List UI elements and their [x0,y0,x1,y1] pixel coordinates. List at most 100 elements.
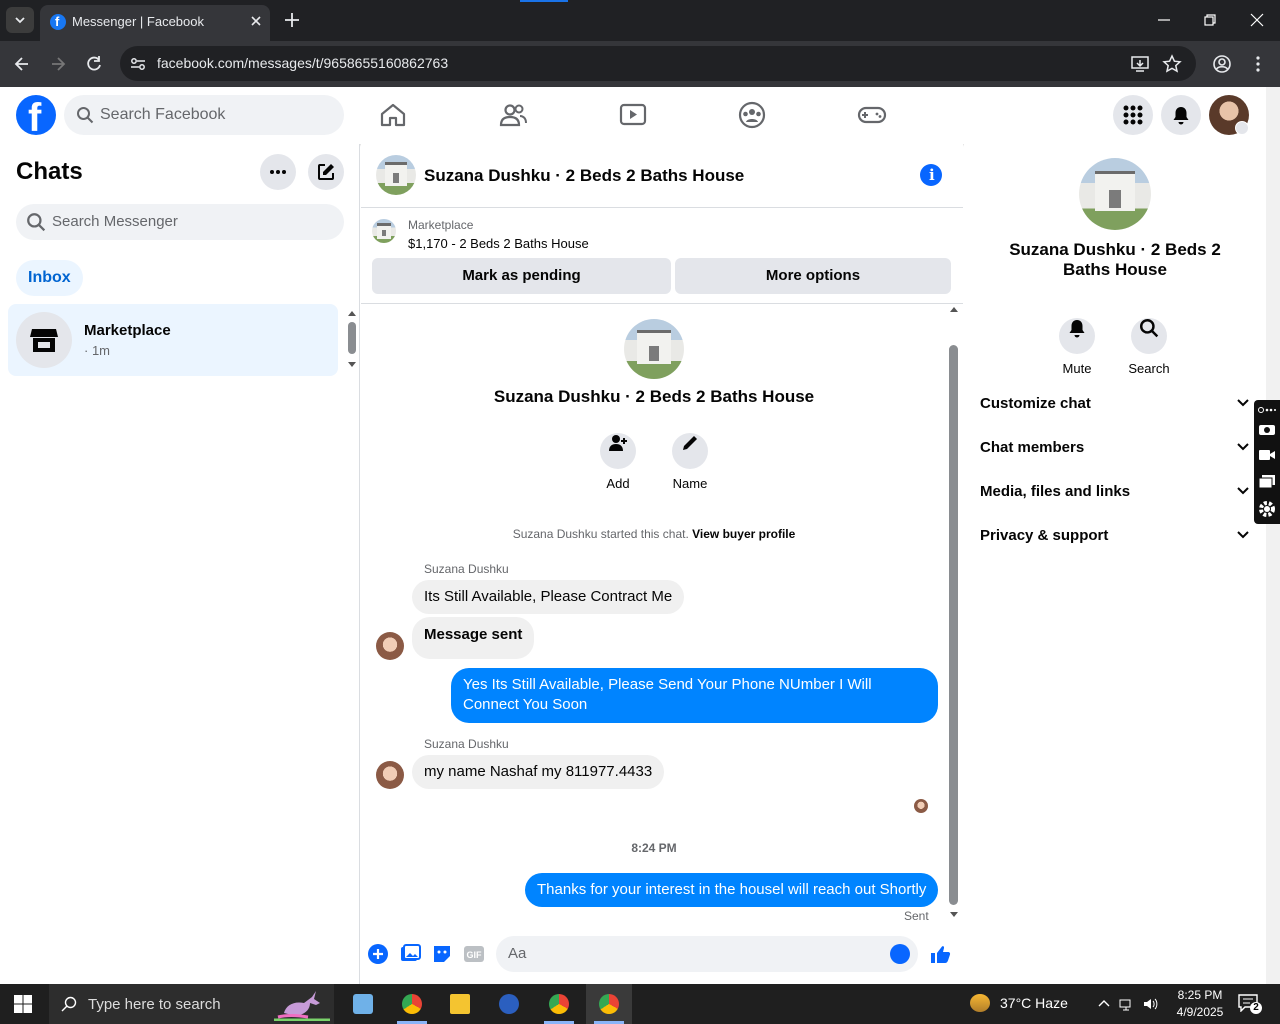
browser-tab[interactable]: f Messenger | Facebook [40,5,270,41]
site-settings-icon[interactable] [128,54,148,74]
scrollbar-thumb[interactable] [348,322,356,354]
tab-search-button[interactable] [6,7,34,33]
conversation-avatar[interactable] [376,155,416,195]
listing-title[interactable]: $1,170 - 2 Beds 2 Baths House [408,236,589,251]
video-camera-icon[interactable] [1258,448,1276,462]
profile-icon[interactable] [1212,54,1232,74]
menu-grid-button[interactable] [1113,95,1153,135]
tab-title: Messenger | Facebook [72,14,204,29]
browser-toolbar: facebook.com/messages/t/9658655160862763 [0,41,1280,87]
conversation-title[interactable]: Suzana Dushku · 2 Beds 2 Baths House [424,166,744,186]
settings-gear-icon[interactable] [1258,500,1276,517]
reload-icon[interactable] [84,54,104,74]
info-icon[interactable]: i [920,164,942,186]
install-app-icon[interactable] [1130,54,1150,74]
back-arrow-icon[interactable] [12,54,32,74]
groups-icon[interactable] [737,100,767,130]
customize-chat-section[interactable]: Customize chat [980,390,1250,418]
scroll-up-arrow-icon[interactable] [346,309,358,317]
media-files-links-section[interactable]: Media, files and links [980,478,1250,506]
marketplace-listing-bar: Marketplace $1,170 - 2 Beds 2 Baths Hous… [361,208,963,304]
thumbs-up-icon[interactable] [929,943,951,965]
taskbar-app-notepad[interactable] [340,984,386,1024]
account-avatar[interactable] [1209,95,1249,135]
taskbar-search-box[interactable]: Type here to search [49,984,334,1024]
gif-icon[interactable]: GIF [463,943,485,965]
taskbar-app-chrome-active[interactable] [586,984,632,1024]
kebab-menu-icon[interactable] [1248,54,1268,74]
notification-center-button[interactable]: 2 [1238,994,1262,1014]
mute-button[interactable]: Mute [1047,310,1107,376]
mute-label: Mute [1062,361,1092,376]
photo-icon[interactable] [399,943,421,965]
emoji-icon[interactable] [890,944,910,964]
windows-start-icon[interactable] [14,995,32,1013]
chat-options-button[interactable] [260,154,296,190]
sender-avatar[interactable] [376,761,404,789]
sender-avatar[interactable] [376,632,404,660]
window-capture-icon[interactable] [1258,474,1276,488]
windows-taskbar: Type here to search 37°C Haze 8:25 PM 4/… [0,984,1280,1024]
incoming-message[interactable]: Its Still Available, Please Contract Me [412,580,685,614]
close-window-icon[interactable] [1249,12,1265,28]
chat-list-scrollbar[interactable] [346,309,358,369]
restore-icon[interactable] [1202,12,1218,28]
chat-members-section[interactable]: Chat members [980,434,1250,462]
plus-circle-icon[interactable] [367,943,389,965]
forward-arrow-icon[interactable] [48,54,68,74]
tray-chevron-up-icon[interactable] [1096,996,1112,1012]
taskbar-app-file-explorer[interactable] [437,984,483,1024]
outgoing-message[interactable]: Thanks for your interest in the housel w… [525,873,939,907]
more-dots-icon [270,170,286,174]
thread-scrollbar[interactable] [947,305,961,925]
scroll-down-arrow-icon[interactable] [346,361,358,369]
friends-icon[interactable] [498,100,528,130]
camera-icon[interactable] [1258,422,1276,436]
facebook-search-input[interactable]: Search Facebook [64,95,344,135]
new-tab-icon[interactable] [282,10,302,30]
gaming-icon[interactable] [857,100,887,130]
recorder-menu-icon[interactable] [1258,406,1276,420]
account-chevron-icon [1235,121,1249,135]
volume-icon[interactable] [1142,996,1158,1012]
notifications-button[interactable] [1161,95,1201,135]
bookmark-star-icon[interactable] [1162,54,1182,74]
minimize-icon[interactable] [1156,12,1172,28]
sticker-icon[interactable] [431,943,453,965]
network-icon[interactable] [1118,996,1134,1012]
storefront-icon [30,329,58,352]
edit-name-button[interactable]: Name [660,425,720,491]
outgoing-message[interactable]: Yes Its Still Available, Please Send You… [451,668,938,723]
search-highlight-unicorn-icon [274,991,330,1021]
chat-list-item[interactable]: Marketplace · 1m [8,304,338,376]
scroll-up-arrow-icon[interactable] [947,305,961,313]
incoming-message[interactable]: Message sent [412,617,535,659]
address-bar[interactable]: facebook.com/messages/t/9658655160862763 [120,46,1196,81]
inbox-filter-tab[interactable]: Inbox [16,260,83,296]
mark-as-pending-button[interactable]: Mark as pending [372,258,671,294]
incoming-message[interactable]: my name Nashaf my 811977.4433 [412,755,665,789]
home-icon[interactable] [378,100,408,130]
listing-thumbnail[interactable] [372,219,396,243]
scroll-down-arrow-icon[interactable] [947,911,961,919]
message-input[interactable]: Aa [496,936,918,972]
weather-widget[interactable]: 37°C Haze [970,994,1068,1012]
new-message-button[interactable] [308,154,344,190]
taskbar-clock[interactable]: 8:25 PM 4/9/2025 [1170,987,1230,1021]
page-scrollbar[interactable] [1266,87,1280,984]
taskbar-app-chrome-profile[interactable] [536,984,582,1024]
video-icon[interactable] [618,100,648,130]
add-people-button[interactable]: Add [588,425,648,491]
privacy-support-section[interactable]: Privacy & support [980,522,1250,550]
taskbar-app-chrome[interactable] [389,984,435,1024]
facebook-logo-icon[interactable]: f [16,95,56,135]
search-in-conversation-button[interactable]: Search [1119,310,1179,376]
tab-indicator [520,0,568,2]
close-tab-icon[interactable] [248,13,264,29]
view-buyer-profile-link[interactable]: View buyer profile [692,527,795,541]
messenger-search-input[interactable]: Search Messenger [16,204,344,240]
taskbar-app-remote[interactable] [486,984,532,1024]
more-options-button[interactable]: More options [675,258,951,294]
scrollbar-thumb[interactable] [949,345,958,905]
message-timestamp: 8:24 PM [631,841,677,855]
